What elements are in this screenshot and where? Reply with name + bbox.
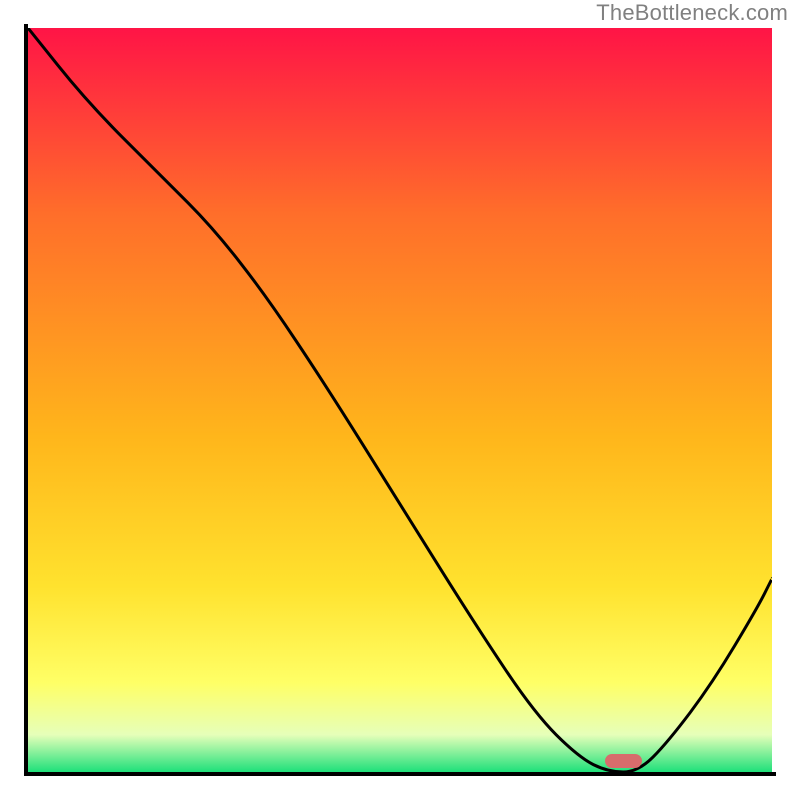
bottleneck-chart: TheBottleneck.com <box>0 0 800 800</box>
watermark-text: TheBottleneck.com <box>596 2 788 24</box>
gradient-background <box>28 28 772 772</box>
optimal-marker <box>605 754 642 767</box>
x-axis <box>24 772 776 776</box>
y-axis <box>24 24 28 776</box>
plot-area <box>28 28 772 772</box>
